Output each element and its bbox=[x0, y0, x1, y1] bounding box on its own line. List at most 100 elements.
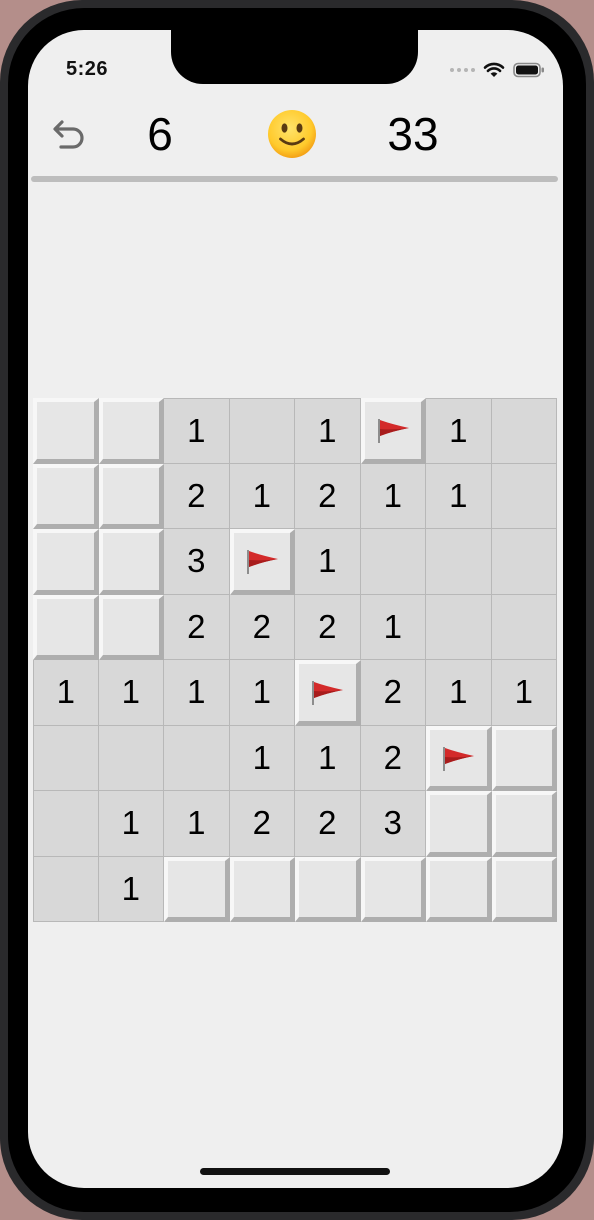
adjacent-mine-count: 2 bbox=[187, 607, 206, 645]
adjacent-mine-count: 1 bbox=[383, 476, 402, 514]
cell-revealed-number[interactable]: 2 bbox=[164, 594, 230, 660]
home-indicator[interactable] bbox=[200, 1168, 390, 1175]
elapsed-timer: 33 bbox=[387, 108, 439, 160]
cell-revealed-empty[interactable] bbox=[426, 529, 492, 595]
cell-revealed-number[interactable]: 1 bbox=[229, 725, 295, 791]
cell-flagged[interactable] bbox=[360, 398, 426, 464]
flag-icon bbox=[312, 681, 344, 706]
adjacent-mine-count: 1 bbox=[252, 673, 271, 711]
cell-revealed-empty[interactable] bbox=[426, 594, 492, 660]
adjacent-mine-count: 3 bbox=[383, 804, 402, 842]
adjacent-mine-count: 1 bbox=[252, 738, 271, 776]
cell-revealed-number[interactable]: 1 bbox=[33, 660, 99, 726]
cell-revealed-number[interactable]: 1 bbox=[164, 660, 230, 726]
cell-unrevealed[interactable] bbox=[295, 856, 361, 922]
cell-revealed-empty[interactable] bbox=[229, 398, 295, 464]
flag-icon bbox=[246, 550, 278, 575]
cell-revealed-empty[interactable] bbox=[491, 529, 557, 595]
undo-button[interactable] bbox=[50, 114, 90, 154]
adjacent-mine-count: 2 bbox=[318, 804, 337, 842]
cell-revealed-number[interactable]: 2 bbox=[360, 660, 426, 726]
cell-unrevealed[interactable] bbox=[426, 856, 492, 922]
cell-revealed-number[interactable]: 3 bbox=[164, 529, 230, 595]
cell-unrevealed[interactable] bbox=[360, 856, 426, 922]
cell-revealed-empty[interactable] bbox=[491, 463, 557, 529]
cell-unrevealed[interactable] bbox=[33, 529, 99, 595]
cell-unrevealed[interactable] bbox=[33, 398, 99, 464]
status-time: 5:26 bbox=[66, 58, 109, 80]
cell-revealed-number[interactable]: 1 bbox=[360, 463, 426, 529]
cell-revealed-number[interactable]: 1 bbox=[295, 529, 361, 595]
cell-revealed-number[interactable]: 2 bbox=[295, 594, 361, 660]
cell-revealed-number[interactable]: 1 bbox=[491, 660, 557, 726]
cell-revealed-number[interactable]: 1 bbox=[98, 660, 164, 726]
cellular-signal-icon bbox=[450, 68, 475, 72]
cell-revealed-number[interactable]: 2 bbox=[229, 594, 295, 660]
cell-revealed-number[interactable]: 1 bbox=[98, 791, 164, 857]
cell-revealed-number[interactable]: 2 bbox=[229, 791, 295, 857]
cell-revealed-number[interactable]: 1 bbox=[426, 660, 492, 726]
adjacent-mine-count: 1 bbox=[514, 673, 533, 711]
adjacent-mine-count: 2 bbox=[252, 804, 271, 842]
adjacent-mine-count: 1 bbox=[56, 673, 75, 711]
cell-revealed-number[interactable]: 1 bbox=[295, 398, 361, 464]
cell-unrevealed[interactable] bbox=[491, 791, 557, 857]
cell-revealed-empty[interactable] bbox=[33, 725, 99, 791]
cell-revealed-empty[interactable] bbox=[164, 725, 230, 791]
reset-face-button[interactable] bbox=[264, 106, 320, 162]
cell-flagged[interactable] bbox=[295, 660, 361, 726]
cell-unrevealed[interactable] bbox=[98, 529, 164, 595]
adjacent-mine-count: 1 bbox=[121, 673, 140, 711]
cell-revealed-number[interactable]: 1 bbox=[295, 725, 361, 791]
cell-revealed-number[interactable]: 2 bbox=[360, 725, 426, 791]
mine-counter: 6 bbox=[147, 108, 173, 160]
cell-unrevealed[interactable] bbox=[491, 725, 557, 791]
cell-flagged[interactable] bbox=[229, 529, 295, 595]
cell-unrevealed[interactable] bbox=[98, 463, 164, 529]
cell-unrevealed[interactable] bbox=[98, 594, 164, 660]
flag-icon bbox=[443, 746, 475, 771]
cell-revealed-number[interactable]: 1 bbox=[164, 791, 230, 857]
cell-revealed-empty[interactable] bbox=[33, 791, 99, 857]
cell-revealed-number[interactable]: 1 bbox=[98, 856, 164, 922]
cell-revealed-number[interactable]: 2 bbox=[295, 463, 361, 529]
cell-revealed-empty[interactable] bbox=[360, 529, 426, 595]
adjacent-mine-count: 3 bbox=[187, 542, 206, 580]
adjacent-mine-count: 1 bbox=[121, 869, 140, 907]
adjacent-mine-count: 2 bbox=[383, 738, 402, 776]
adjacent-mine-count: 1 bbox=[318, 738, 337, 776]
cell-revealed-empty[interactable] bbox=[491, 594, 557, 660]
cell-revealed-number[interactable]: 1 bbox=[426, 463, 492, 529]
cell-flagged[interactable] bbox=[426, 725, 492, 791]
cell-revealed-number[interactable]: 2 bbox=[164, 463, 230, 529]
adjacent-mine-count: 1 bbox=[449, 476, 468, 514]
cell-revealed-number[interactable]: 1 bbox=[229, 660, 295, 726]
cell-revealed-number[interactable]: 1 bbox=[426, 398, 492, 464]
cell-unrevealed[interactable] bbox=[229, 856, 295, 922]
cell-revealed-number[interactable]: 1 bbox=[360, 594, 426, 660]
cell-unrevealed[interactable] bbox=[426, 791, 492, 857]
cell-revealed-number[interactable]: 3 bbox=[360, 791, 426, 857]
adjacent-mine-count: 1 bbox=[449, 673, 468, 711]
cell-revealed-empty[interactable] bbox=[491, 398, 557, 464]
flag-icon bbox=[377, 419, 409, 444]
cell-revealed-empty[interactable] bbox=[98, 725, 164, 791]
cell-unrevealed[interactable] bbox=[33, 594, 99, 660]
cell-revealed-number[interactable]: 1 bbox=[164, 398, 230, 464]
adjacent-mine-count: 1 bbox=[187, 804, 206, 842]
adjacent-mine-count: 1 bbox=[187, 673, 206, 711]
adjacent-mine-count: 2 bbox=[318, 607, 337, 645]
adjacent-mine-count: 2 bbox=[383, 673, 402, 711]
cell-unrevealed[interactable] bbox=[98, 398, 164, 464]
cell-revealed-number[interactable]: 1 bbox=[229, 463, 295, 529]
status-icons bbox=[450, 60, 545, 80]
cell-revealed-empty[interactable] bbox=[33, 856, 99, 922]
cell-unrevealed[interactable] bbox=[164, 856, 230, 922]
adjacent-mine-count: 1 bbox=[383, 607, 402, 645]
cell-revealed-number[interactable]: 2 bbox=[295, 791, 361, 857]
wifi-icon bbox=[483, 62, 505, 78]
cell-unrevealed[interactable] bbox=[491, 856, 557, 922]
adjacent-mine-count: 1 bbox=[187, 411, 206, 449]
game-header: 6 33 bbox=[28, 100, 563, 176]
cell-unrevealed[interactable] bbox=[33, 463, 99, 529]
